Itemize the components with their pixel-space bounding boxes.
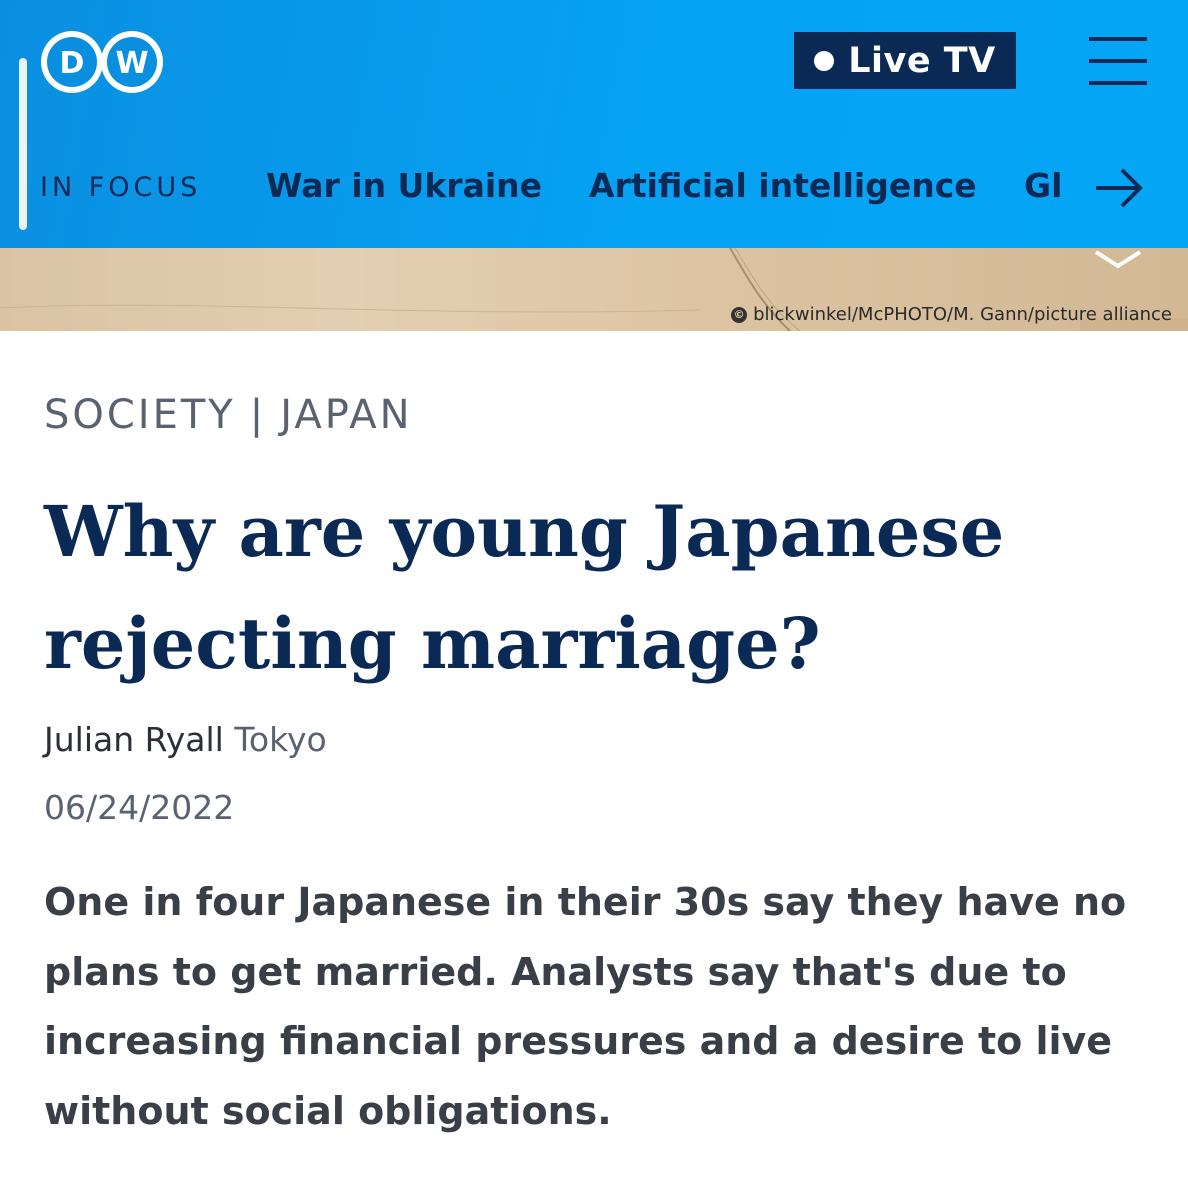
- category-link[interactable]: SOCIETY: [44, 392, 236, 438]
- kicker-separator: |: [249, 392, 267, 438]
- article-title: Why are young Japanese rejecting marriag…: [44, 490, 1005, 685]
- nav-item-war-in-ukraine[interactable]: War in Ukraine: [266, 166, 542, 205]
- publish-date: 06/24/2022: [44, 788, 235, 827]
- author-link[interactable]: Julian Ryall: [44, 720, 224, 759]
- svg-text:D: D: [60, 46, 85, 81]
- live-dot-icon: [814, 50, 835, 71]
- chevron-down-icon[interactable]: [1092, 248, 1144, 272]
- scroll-indicator[interactable]: [19, 58, 27, 230]
- nav-item-clipped-wrapper: Gl: [1024, 160, 1080, 214]
- nav-item-clipped[interactable]: Gl: [1024, 166, 1062, 205]
- article-byline: Julian Ryall Tokyo: [44, 720, 327, 759]
- article-kicker: SOCIETY | JAPAN: [44, 392, 413, 438]
- svg-text:W: W: [115, 46, 148, 81]
- region-link[interactable]: JAPAN: [280, 392, 412, 438]
- dw-logo-icon[interactable]: D W: [38, 28, 166, 96]
- live-tv-button[interactable]: Live TV: [794, 32, 1016, 89]
- photo-credit: © blickwinkel/McPHOTO/M. Gann/picture al…: [731, 304, 1172, 325]
- photo-credit-text: blickwinkel/McPHOTO/M. Gann/picture alli…: [753, 304, 1172, 325]
- article-teaser: One in four Japanese in their 30s say th…: [44, 880, 1127, 1133]
- arrow-right-icon[interactable]: [1094, 166, 1144, 210]
- author-location: Tokyo: [234, 720, 327, 759]
- copyright-icon: ©: [731, 306, 748, 323]
- live-tv-label: Live TV: [848, 40, 996, 81]
- menu-icon[interactable]: [1089, 37, 1147, 85]
- nav-item-artificial-intelligence[interactable]: Artificial intelligence: [589, 166, 977, 205]
- site-header: D W Live TV IN FOCUS War in Ukraine Arti…: [0, 0, 1188, 248]
- in-focus-label: IN FOCUS: [40, 172, 202, 203]
